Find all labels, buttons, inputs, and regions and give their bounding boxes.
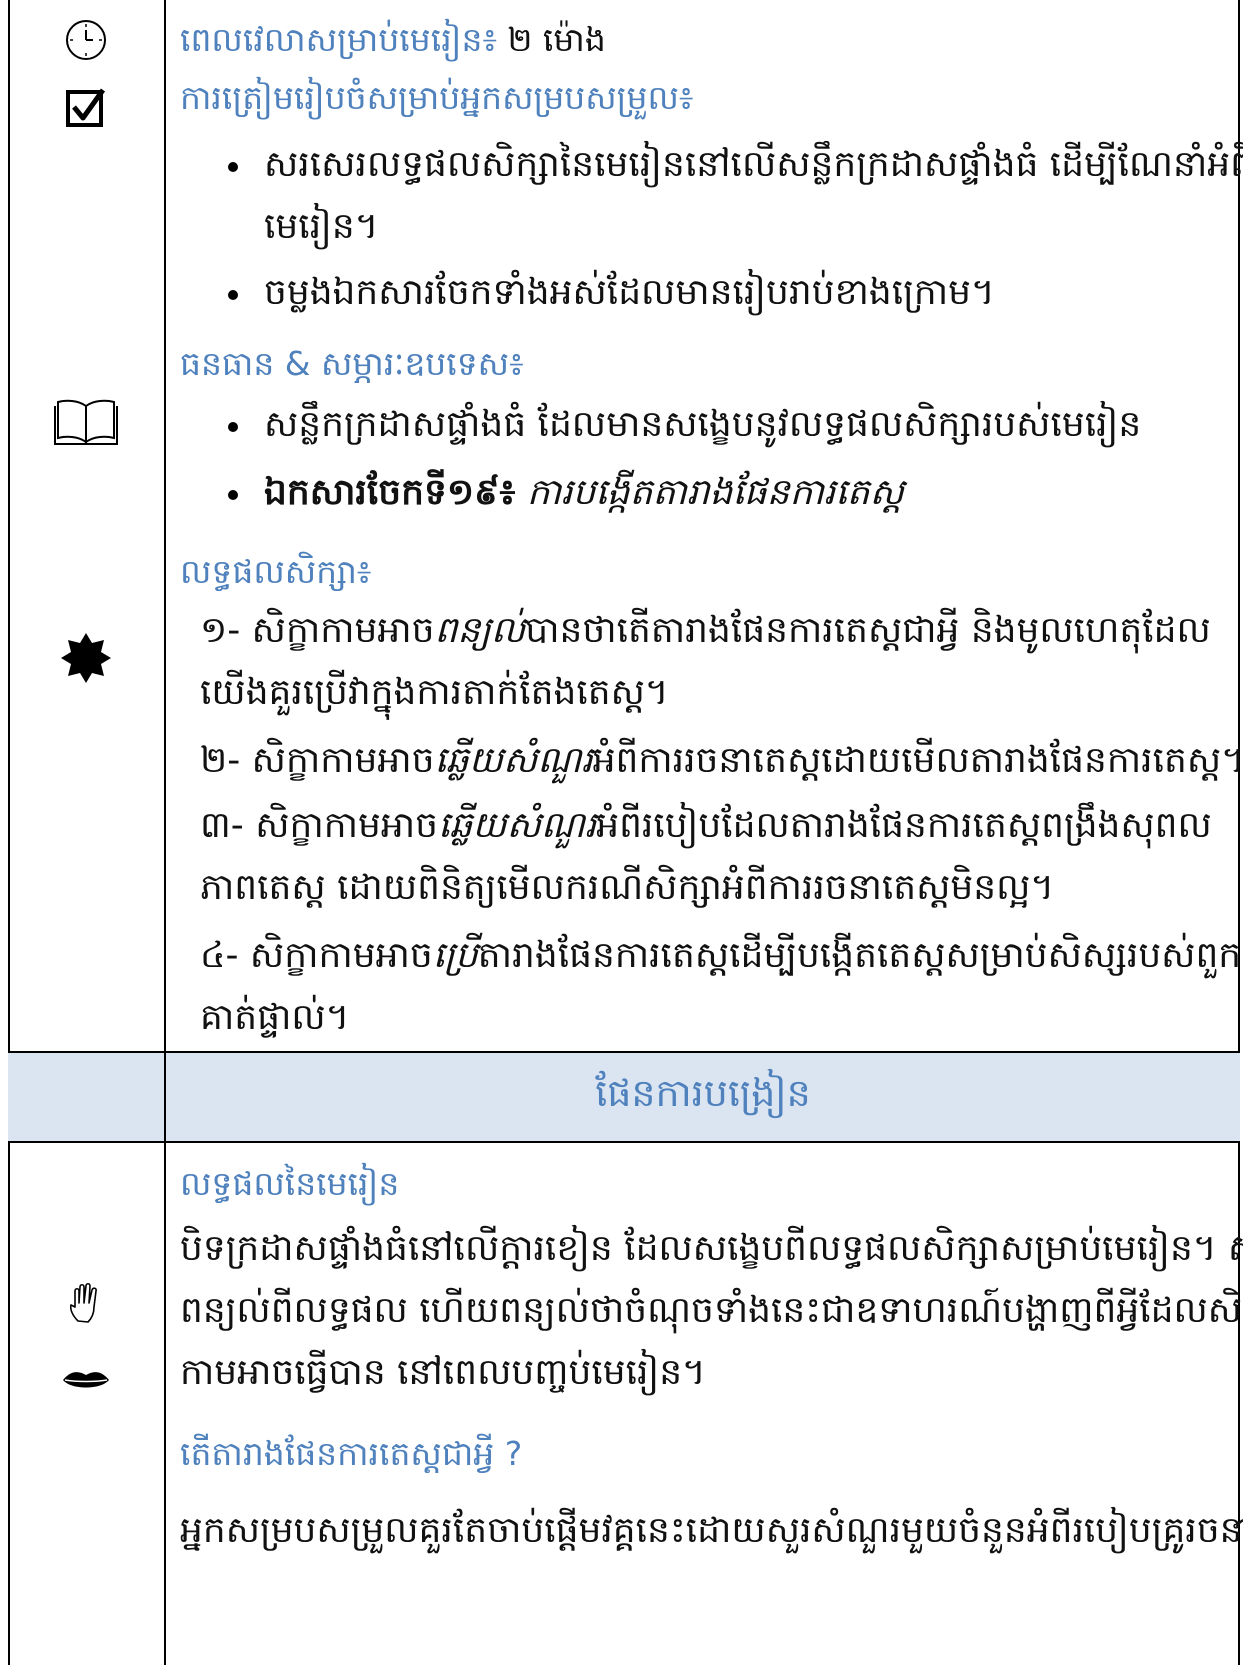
outcome-item-4: ៤- សិក្ខាកាមអាចប្រើតារាងផែនការតេស្តដើម្ប… [200, 925, 1241, 1049]
list-item: ចម្លងឯកសារចែកទាំងអស់ដែលមានរៀបរាប់ខាងក្រោ… [228, 262, 1208, 324]
table-column-divider [164, 0, 166, 1665]
list-item: សរសេរលទ្ធផលសិក្សានៃមេរៀននៅលើសន្លឹកក្រដាស… [228, 134, 1243, 258]
bullet-icon [228, 422, 238, 432]
lesson-outcomes-line-1: បិទក្រដាសផ្ទាំងធំនៅលើក្តារខៀន ដែលសង្ខេបព… [180, 1228, 1243, 1269]
section-title: ផែនការបង្រៀន [595, 1071, 811, 1115]
resources-bullet-1: សន្លឹកក្រដាសផ្ទាំងធំ ដែលមានសង្ខេបនូវលទ្ធ… [264, 404, 1142, 445]
list-item: សន្លឹកក្រដាសផ្ទាំងធំ ដែលមានសង្ខេបនូវលទ្ធ… [228, 394, 1208, 456]
lesson-outcomes-line-3: កាមអាចធ្វើបាន នៅពេលបញ្ចប់មេរៀន។ [180, 1352, 706, 1393]
preparation-heading: ការត្រៀមរៀបចំសម្រាប់អ្នកសម្របសម្រួល៖ [180, 78, 694, 117]
outcome-4-line-2: គាត់ផ្ទាល់។ [200, 997, 350, 1038]
lesson-time-value: ២ ម៉ោង [507, 20, 606, 59]
resources-heading: ធនធាន & សម្ភារៈឧបទេស៖ [180, 344, 524, 383]
lesson-outcomes-text: បិទក្រដាសផ្ទាំងធំនៅលើក្តារខៀន ដែលសង្ខេបព… [180, 1218, 1243, 1404]
clock-icon [8, 16, 164, 64]
outcome-2-prefix: ២- សិក្ខាកាមអាច [200, 740, 435, 781]
outcome-3-rest: អំពីរបៀបដែលតារាងផែនការតេស្តពង្រឹងសុពល [596, 805, 1212, 846]
book-icon [8, 396, 164, 448]
outcome-4-rest: តារាងផែនការតេស្តដើម្បីបង្កើតតេស្តសម្រាប់… [477, 935, 1242, 976]
outcomes-heading: លទ្ធផលសិក្សា៖ [180, 552, 372, 591]
lesson-time-label: ពេលវេលាសម្រាប់មេរៀន៖ [180, 20, 497, 59]
hand-icon [8, 1278, 164, 1328]
outcome-3-line-2: ភាពតេស្ត ដោយពិនិត្យមើលករណីសិក្សាអំពីការរ… [200, 867, 1055, 908]
handout-title: ការបង្កើតតារាងផែនការតេស្ត [526, 472, 904, 513]
outcome-3-verb: ឆ្លើយសំណួរ [438, 805, 597, 846]
bullet-icon [228, 162, 238, 172]
preparation-bullet-2: ចម្លងឯកសារចែកទាំងអស់ដែលមានរៀបរាប់ខាងក្រោ… [264, 272, 995, 313]
outcome-1-verb: ពន្យល់ [434, 610, 526, 651]
row-divider-top [8, 1051, 1240, 1053]
lesson-time: ពេលវេលាសម្រាប់មេរៀន៖ ២ ម៉ោង [180, 18, 1228, 62]
lesson-outcomes-heading: លទ្ធផលនៃមេរៀន [180, 1164, 400, 1203]
band-column-divider [164, 1052, 166, 1142]
lesson-plan-table: ផែនការបង្រៀន ពេលវេលាសម្រាប់មេរៀន៖ ២ ម៉ោង… [8, 0, 1243, 1665]
star-burst-icon [8, 630, 164, 686]
bullet-icon [228, 290, 238, 300]
outcome-1-line-2: យើងគួរប្រើវាក្នុងការតាក់តែងតេស្ត។ [200, 672, 669, 713]
outcome-item-3: ៣- សិក្ខាកាមអាចឆ្លើយសំណួរអំពីរបៀបដែលតារា… [200, 795, 1228, 919]
handout-label: ឯកសារចែកទី១៩៖ [264, 472, 516, 513]
outcome-2-rest: អំពីការរចនាតេស្តដោយមើលតារាងផែនការតេស្ត។ [592, 740, 1243, 781]
outcome-item-1: ១- សិក្ខាកាមអាចពន្យល់បានថាតើតារាងផែនការត… [200, 600, 1228, 724]
outcome-1-rest: បានថាតើតារាងផែនការតេស្តជាអ្វី និងមូលហេតុ… [525, 610, 1211, 651]
what-is-heading: តើតារាងផែនការតេស្តជាអ្វី ? [180, 1434, 523, 1473]
outcome-4-prefix: ៤- សិក្ខាកាមអាច [200, 935, 433, 976]
preparation-bullet-1-line-1: សរសេរលទ្ធផលសិក្សានៃមេរៀននៅលើសន្លឹកក្រដាស… [264, 144, 1243, 185]
table-border-left [8, 0, 10, 1665]
outcome-1-prefix: ១- សិក្ខាកាមអាច [200, 610, 435, 651]
checkbox-icon [8, 82, 164, 132]
lesson-outcomes-line-2: ពន្យល់ពីលទ្ធផល ហើយពន្យល់ថាចំណុចទាំងនេះជា… [180, 1290, 1243, 1331]
row-divider-bottom [8, 1141, 1240, 1143]
bullet-icon [228, 490, 238, 500]
outcome-3-prefix: ៣- សិក្ខាកាមអាច [200, 805, 439, 846]
preparation-bullet-1-line-2: មេរៀន។ [264, 206, 379, 247]
outcome-item-2: ២- សិក្ខាកាមអាចឆ្លើយសំណួរអំពីការរចនាតេស្… [200, 730, 1243, 792]
outcome-2-verb: ឆ្លើយសំណួរ [434, 740, 593, 781]
lips-icon [8, 1360, 164, 1400]
what-is-text: អ្នកសម្របសម្រួលគួរតែចាប់ផ្តើមវគ្គនេះដោយស… [180, 1510, 1243, 1551]
list-item: ឯកសារចែកទី១៩៖ ការបង្កើតតារាងផែនការតេស្ត [228, 462, 1208, 524]
outcome-4-verb: ប្រើ [432, 935, 478, 976]
